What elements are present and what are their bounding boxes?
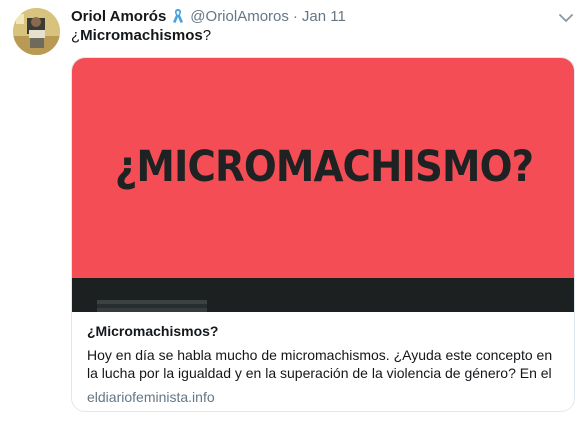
card-title: ¿Micromachismos?	[87, 323, 219, 339]
card-image-fragment	[97, 300, 207, 312]
author-name[interactable]: Oriol Amorós	[71, 8, 166, 25]
header-separator: ·	[292, 7, 298, 25]
card-body: ¿Micromachismos? Hoy en día se habla muc…	[87, 322, 567, 406]
card-description-line-1: Hoy en día se habla mucho de micromachis…	[87, 347, 553, 363]
tweet-text: ¿Micromachismos?	[71, 27, 211, 44]
tweet-text-prefix: ¿	[71, 27, 81, 44]
author-handle[interactable]: @OriolAmoros	[190, 8, 289, 25]
card-image-text: ¿MICROMACHISMO?	[114, 142, 534, 192]
tweet-date[interactable]: Jan 11	[302, 8, 346, 25]
card-description-line-2: la lucha por la igualdad y en la superac…	[87, 365, 552, 381]
card-description: Hoy en día se habla mucho de micromachis…	[87, 346, 567, 382]
awareness-ribbon-icon	[172, 8, 184, 24]
card-domain: eldiariofeminista.info	[87, 389, 215, 405]
tweet-text-hashtag: Micromachismos	[80, 27, 203, 44]
card-image[interactable]: ¿MICROMACHISMO?	[72, 58, 574, 312]
chevron-down-icon[interactable]	[559, 10, 573, 22]
avatar-image	[13, 8, 60, 55]
tweet-text-suffix: ?	[202, 27, 212, 44]
tweet-header: Oriol Amorós @OriolAmoros · Jan 11	[71, 6, 346, 26]
tweet: Oriol Amorós @OriolAmoros · Jan 11 ¿Micr…	[0, 0, 587, 425]
avatar[interactable]	[13, 8, 60, 55]
link-card[interactable]: ¿MICROMACHISMO? ¿Micromachismos? Hoy en …	[71, 57, 575, 412]
